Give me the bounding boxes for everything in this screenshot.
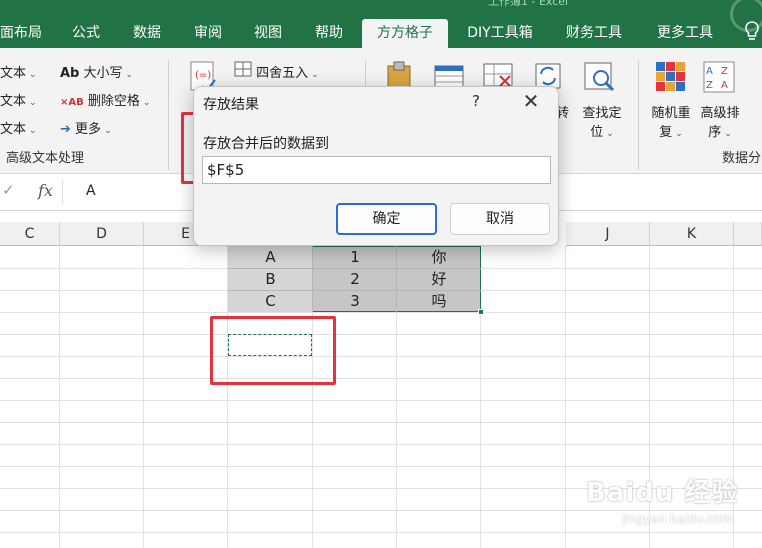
fill-handle[interactable]	[478, 309, 484, 315]
round-icon	[234, 61, 256, 81]
tab-more-tools[interactable]: 更多工具	[650, 19, 720, 48]
insert-function-icon[interactable]: fx	[38, 181, 53, 200]
tab-formulas[interactable]: 公式	[66, 19, 106, 48]
cancel-button[interactable]: 取消	[450, 203, 550, 235]
checkmark-icon[interactable]: ✓	[2, 181, 15, 199]
grid-line	[0, 510, 762, 511]
cell-f4[interactable]: C	[228, 290, 313, 312]
random-repeat-icon[interactable]	[654, 60, 688, 92]
grid-line	[0, 444, 762, 445]
arrow-right-icon: ➔	[60, 122, 71, 137]
svg-text:A: A	[706, 66, 713, 77]
text-menu-3[interactable]: 文本 ⌄	[0, 118, 37, 137]
help-icon[interactable]: ?	[468, 92, 484, 110]
group-label-advanced-text: 高级文本处理	[6, 151, 85, 166]
delete-space-icon: ×AB	[60, 97, 84, 108]
advanced-sort-button[interactable]: 高级排 序 ⌄	[696, 102, 744, 140]
tab-data[interactable]: 数据	[127, 19, 167, 48]
window-title: 工作簿1 - Excel	[488, 0, 569, 8]
svg-text:Z: Z	[706, 80, 713, 91]
grid-line	[0, 422, 762, 423]
dialog-title: 存放结果	[203, 97, 259, 113]
tab-help[interactable]: 帮助	[309, 19, 349, 48]
cell-h2[interactable]: 你	[397, 246, 481, 268]
column-header-l[interactable]	[734, 222, 762, 246]
find-locate-button[interactable]: 查找定 位 ⌄	[579, 102, 625, 140]
cell-g2[interactable]: 1	[313, 246, 397, 268]
tab-finance-tools[interactable]: 财务工具	[560, 19, 628, 48]
cell-h3[interactable]: 好	[397, 268, 481, 290]
text-menu-2[interactable]: 文本 ⌄	[0, 90, 37, 109]
formula-input[interactable]: A	[86, 183, 96, 199]
advanced-sort-icon[interactable]: A Z Z A	[702, 60, 736, 93]
grid-line	[0, 400, 762, 401]
ribbon-separator	[638, 60, 639, 170]
ribbon-separator	[168, 60, 169, 170]
svg-text:(=): (=)	[195, 70, 211, 81]
find-locate-icon[interactable]	[583, 60, 617, 92]
column-header-k[interactable]: K	[650, 222, 734, 246]
case-button[interactable]: Ab 大小写 ⌄	[60, 62, 133, 81]
grid-line	[59, 246, 60, 548]
svg-text:A: A	[721, 80, 728, 91]
target-range-label: 存放合并后的数据到	[203, 136, 329, 152]
grid-line	[143, 246, 144, 548]
grid-line	[0, 312, 762, 313]
watermark-logo: Baidu 经验	[586, 478, 739, 508]
grid-line	[565, 246, 566, 548]
column-header-c[interactable]: C	[0, 222, 60, 246]
close-icon[interactable]: ✕	[520, 91, 542, 113]
column-header-j[interactable]: J	[566, 222, 650, 246]
cell-f3[interactable]: B	[228, 268, 313, 290]
watermark-url: jingyan.baidu.com	[622, 512, 733, 526]
column-header-d[interactable]: D	[60, 222, 144, 246]
group-label-data: 数据分	[722, 151, 762, 166]
cell-g3[interactable]: 2	[313, 268, 397, 290]
random-repeat-button[interactable]: 随机重 复 ⌄	[648, 102, 694, 140]
text-menu-1[interactable]: 文本 ⌄	[0, 62, 37, 81]
target-range-input[interactable]: $F$5	[202, 156, 551, 184]
svg-text:Z: Z	[721, 66, 728, 77]
grid-line	[0, 378, 762, 379]
tab-diy-toolbox[interactable]: DIY工具箱	[460, 19, 540, 48]
store-result-dialog: 存放结果 ? ✕ 存放合并后的数据到 $F$5 确定 取消	[193, 86, 559, 246]
formula-divider	[62, 180, 63, 204]
ribbon-tab-bar: 工作簿1 - Excel 面布局 公式 数据 审阅 视图 帮助 方方格子 DIY…	[0, 0, 762, 48]
delete-space-button[interactable]: ×AB 删除空格 ⌄	[60, 90, 150, 109]
grid-line	[0, 466, 762, 467]
tab-view[interactable]: 视图	[248, 19, 288, 48]
highlight-box-target-cell	[210, 316, 336, 385]
grid-line	[0, 532, 762, 533]
cell-f2[interactable]: A	[228, 246, 313, 268]
cell-h4[interactable]: 吗	[397, 290, 481, 312]
case-icon: Ab	[60, 66, 80, 81]
round-button[interactable]: 四舍五入 ⌄	[234, 61, 319, 81]
grid-line	[0, 356, 762, 357]
tab-page-layout[interactable]: 面布局	[0, 19, 42, 48]
tab-review[interactable]: 审阅	[188, 19, 228, 48]
ok-button[interactable]: 确定	[336, 203, 437, 235]
cell-g4[interactable]: 3	[313, 290, 397, 312]
tab-fangfang-gezi[interactable]: 方方格子	[362, 19, 448, 48]
more-button[interactable]: ➔ 更多 ⌄	[60, 118, 112, 137]
grid-line	[0, 334, 762, 335]
lightbulb-icon[interactable]	[742, 20, 762, 44]
